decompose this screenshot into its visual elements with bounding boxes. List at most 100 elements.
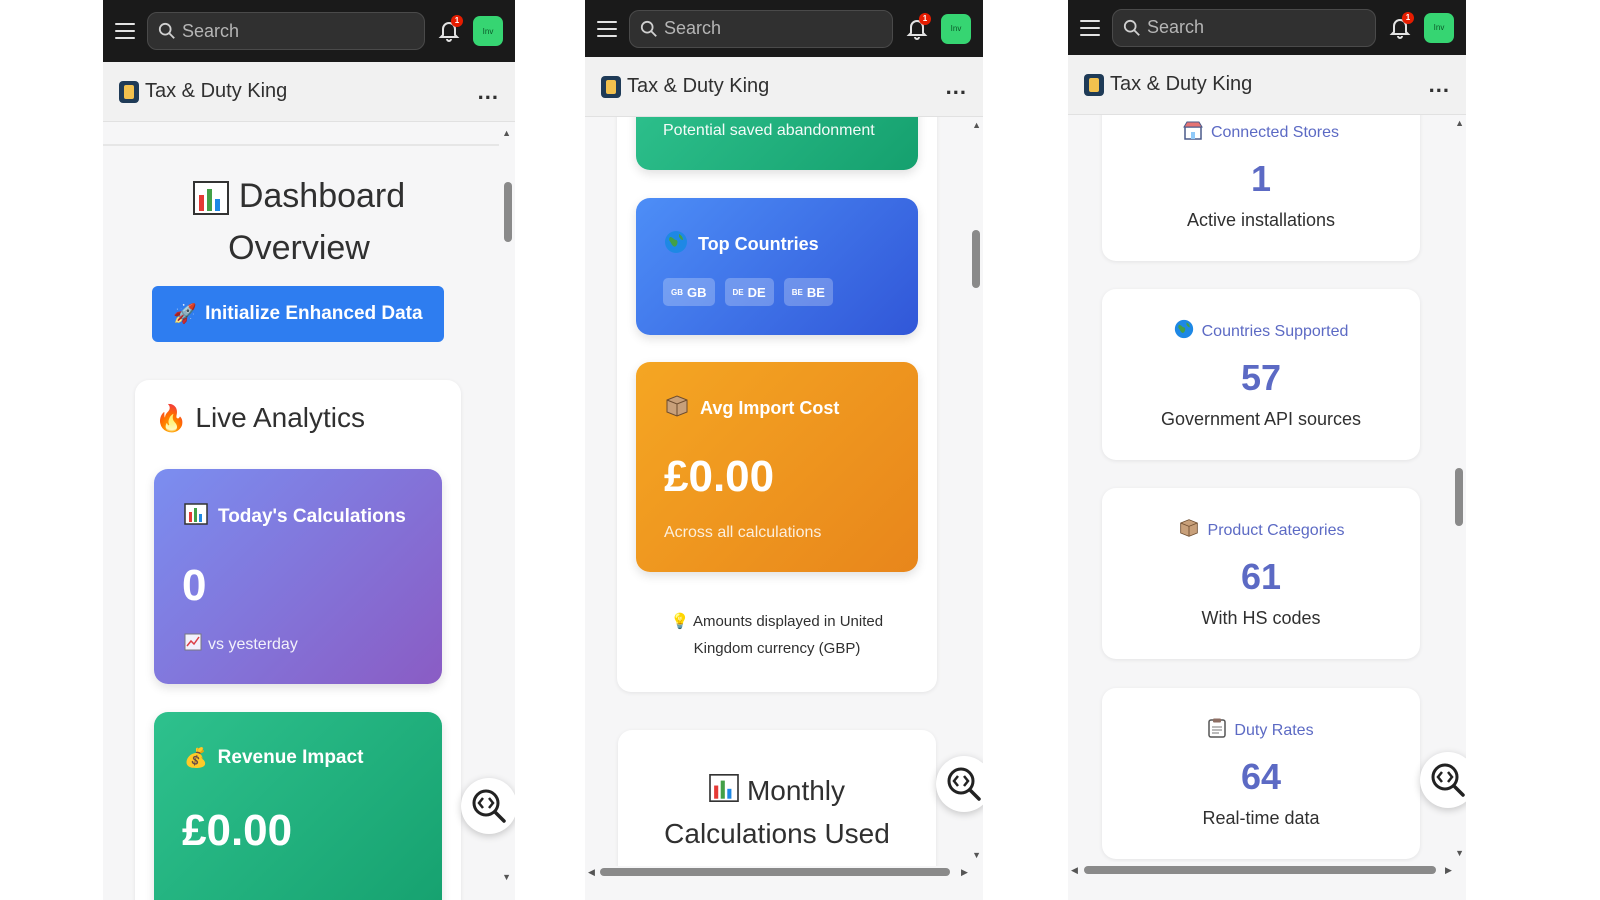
vertical-scrollbar[interactable] <box>504 182 512 242</box>
horizontal-scrollbar[interactable] <box>600 868 950 876</box>
scroll-right-arrow[interactable]: ▶ <box>961 867 968 878</box>
country-chip[interactable]: BE BE <box>783 278 833 306</box>
store-icon <box>1183 120 1203 145</box>
app-icon <box>601 75 621 98</box>
code-search-icon <box>947 767 981 801</box>
inspect-fab-button[interactable] <box>461 778 515 834</box>
stat-subtitle: Real-time data <box>1202 808 1320 828</box>
scroll-up-arrow[interactable]: ▲ <box>972 120 981 130</box>
bar-chart-icon <box>192 178 229 216</box>
stat-value: 57 <box>1240 357 1282 398</box>
scroll-right-arrow[interactable]: ▶ <box>1445 865 1452 876</box>
admin-topbar: Search 1 Inv <box>103 0 515 62</box>
divider <box>103 144 499 146</box>
avg-import-cost-sub: Across all calculations <box>664 524 822 541</box>
avatar[interactable]: Inv <box>473 16 503 46</box>
scroll-left-arrow[interactable]: ◀ <box>588 867 595 878</box>
currency-note: 💡 Amounts displayed in United Kingdom cu… <box>670 613 884 657</box>
phone-screen-3: Connected Stores 1 Active installations … <box>1068 0 1466 900</box>
notification-bell-icon[interactable]: 1 <box>905 12 931 41</box>
scroll-down-arrow[interactable]: ▼ <box>972 850 981 860</box>
package-icon <box>664 394 690 423</box>
country-chip[interactable]: DE DE <box>724 278 774 306</box>
more-options-icon[interactable]: ... <box>1429 72 1450 98</box>
revenue-impact-card: 💰 Revenue Impact £0.00 <box>154 712 442 900</box>
globe-icon <box>1174 319 1194 344</box>
phone-screen-2: Search 1 Inv Potential saved abandonment… <box>585 0 983 900</box>
money-bag-icon: 💰 <box>184 748 208 769</box>
notification-bell-icon[interactable]: 1 <box>437 15 463 43</box>
phone-screen-1: Search 1 Inv Tax & Duty King ... ▲ ▼ Das… <box>103 0 515 900</box>
search-icon <box>158 22 175 39</box>
search-input[interactable]: Search <box>1112 8 1376 47</box>
app-header: Tax & Duty King ... <box>1068 55 1466 115</box>
scroll-left-arrow[interactable]: ◀ <box>1071 865 1078 876</box>
menu-icon[interactable] <box>1080 19 1100 36</box>
search-placeholder: Search <box>182 20 240 41</box>
top-countries-card: Top Countries GB GB DE DE BE BE <box>636 198 918 335</box>
vertical-scrollbar[interactable] <box>972 230 980 288</box>
stat-subtitle: Active installations <box>1186 210 1336 230</box>
horizontal-scrollbar[interactable] <box>1084 866 1436 874</box>
search-placeholder: Search <box>1147 17 1205 37</box>
bar-chart-icon <box>709 772 739 813</box>
inspect-fab-button[interactable] <box>1420 752 1466 808</box>
live-analytics-card: 🔥 Live Analytics Today's Calculations 0 … <box>135 380 461 900</box>
globe-icon <box>664 230 688 259</box>
admin-topbar: Search 1 Inv <box>1068 0 1466 55</box>
app-title: Tax & Duty King <box>145 80 288 102</box>
avg-import-cost-card: Avg Import Cost £0.00 Across all calcula… <box>636 362 918 572</box>
search-placeholder: Search <box>664 18 722 38</box>
box-icon <box>1178 518 1200 543</box>
avatar[interactable]: Inv <box>1424 12 1454 43</box>
app-header: Tax & Duty King ... <box>103 62 515 122</box>
search-icon <box>1123 19 1140 36</box>
app-title: Tax & Duty King <box>627 75 770 97</box>
inspect-fab-button[interactable] <box>936 756 983 812</box>
lightbulb-icon: 💡 <box>670 613 690 630</box>
trend-chart-icon <box>184 633 202 656</box>
monthly-calculations-title: Monthly Calculations Used <box>618 770 936 854</box>
stat-card-product-categories: Product Categories 61 With HS codes <box>1102 488 1420 659</box>
notification-badge: 1 <box>1402 11 1414 24</box>
live-analytics-title: 🔥 Live Analytics <box>155 402 366 433</box>
stat-subtitle: With HS codes <box>1201 608 1321 628</box>
vertical-scrollbar[interactable] <box>1455 468 1463 526</box>
stat-value: 61 <box>1240 556 1282 597</box>
menu-icon[interactable] <box>115 23 135 39</box>
notification-badge: 1 <box>919 12 931 25</box>
app-title: Tax & Duty King <box>1110 73 1253 95</box>
clipboard-icon <box>1208 718 1227 743</box>
rocket-icon: 🚀 <box>173 304 198 325</box>
search-input[interactable]: Search <box>147 12 425 50</box>
stat-subtitle: Government API sources <box>1160 409 1362 429</box>
notification-badge: 1 <box>451 15 463 27</box>
stat-value: 64 <box>1240 756 1282 797</box>
country-chip[interactable]: GB GB <box>663 278 715 306</box>
todays-calculations-card: Today's Calculations 0 vs yesterday <box>154 469 442 684</box>
app-icon <box>1084 73 1104 96</box>
more-options-icon[interactable]: ... <box>946 74 967 100</box>
abandonment-text: Potential saved abandonment <box>663 122 875 139</box>
menu-icon[interactable] <box>597 20 617 37</box>
app-header: Tax & Duty King ... <box>585 57 983 117</box>
avg-import-cost-label: Avg Import Cost <box>700 398 840 418</box>
app-icon <box>119 80 139 103</box>
stat-card-countries-supported: Countries Supported 57 Government API so… <box>1102 289 1420 460</box>
search-input[interactable]: Search <box>629 9 893 48</box>
bar-chart-icon <box>184 503 208 531</box>
notification-bell-icon[interactable]: 1 <box>1388 11 1414 40</box>
fire-icon: 🔥 <box>155 402 188 433</box>
scroll-up-arrow[interactable]: ▲ <box>502 128 511 138</box>
revenue-impact-value: £0.00 <box>182 806 293 855</box>
initialize-enhanced-data-button[interactable]: 🚀 Initialize Enhanced Data <box>152 286 444 342</box>
page-title: Dashboard Overview <box>103 170 495 274</box>
scroll-down-arrow[interactable]: ▼ <box>502 872 511 882</box>
country-chip-list: GB GB DE DE BE BE <box>663 278 833 306</box>
more-options-icon[interactable]: ... <box>478 79 499 105</box>
scroll-down-arrow[interactable]: ▼ <box>1455 848 1464 858</box>
scroll-up-arrow[interactable]: ▲ <box>1455 118 1464 128</box>
todays-calculations-value: 0 <box>182 561 207 610</box>
avatar[interactable]: Inv <box>941 13 971 44</box>
comparison-text: vs yesterday <box>208 635 298 653</box>
